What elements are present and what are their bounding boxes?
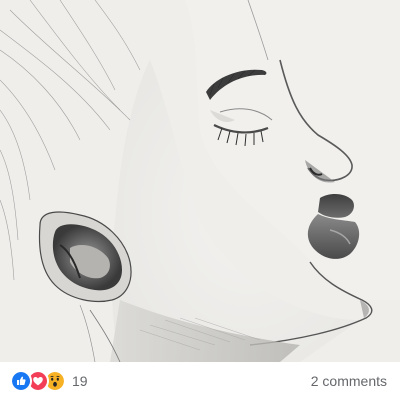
reactions-summary[interactable]: 19 bbox=[10, 370, 88, 392]
like-reaction-icon bbox=[10, 370, 32, 392]
portrait-drawing bbox=[0, 0, 400, 362]
reaction-count[interactable]: 19 bbox=[72, 373, 88, 389]
facebook-post: 19 2 comments bbox=[0, 0, 400, 400]
comments-count-link[interactable]: 2 comments bbox=[311, 373, 387, 389]
post-footer: 19 2 comments bbox=[0, 362, 400, 400]
post-photo[interactable] bbox=[0, 0, 400, 362]
